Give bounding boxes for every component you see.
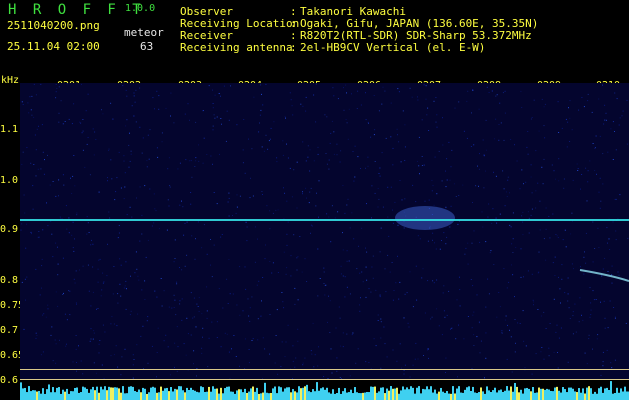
- antenna-value: 2el-HB9CV Vertical (el. E-W): [300, 41, 486, 54]
- app-version: 1.0.0: [125, 3, 156, 14]
- reference-line: [20, 369, 629, 370]
- meteor-label: meteor: [124, 26, 164, 39]
- meteor-count: 63: [140, 40, 154, 53]
- meteor-trail: [579, 269, 629, 282]
- y-tick-label: 0.8: [0, 275, 19, 286]
- y-tick-label: 1.0: [0, 175, 19, 186]
- info-colon: :: [290, 41, 297, 54]
- spectrogram-canvas: [20, 83, 629, 379]
- y-tick-label: 1.1: [0, 124, 19, 135]
- carrier-line: [20, 219, 629, 221]
- meteor-echo: [395, 206, 455, 230]
- axis-unit-label: kHz: [1, 75, 20, 86]
- header: H R O F F T 1.0.0 2511040200.png meteor …: [0, 0, 629, 60]
- signal-power-bar: [20, 381, 629, 400]
- y-tick-label: 0.6: [0, 375, 19, 386]
- reference-line: [20, 379, 629, 380]
- date-time: 25.11.04 02:00: [7, 40, 100, 53]
- spectrogram: [20, 83, 629, 379]
- file-name: 2511040200.png: [7, 19, 100, 32]
- y-tick-label: 0.7: [0, 325, 19, 336]
- antenna-key: Receiving antenna: [180, 41, 293, 54]
- y-tick-label: 0.9: [0, 224, 19, 235]
